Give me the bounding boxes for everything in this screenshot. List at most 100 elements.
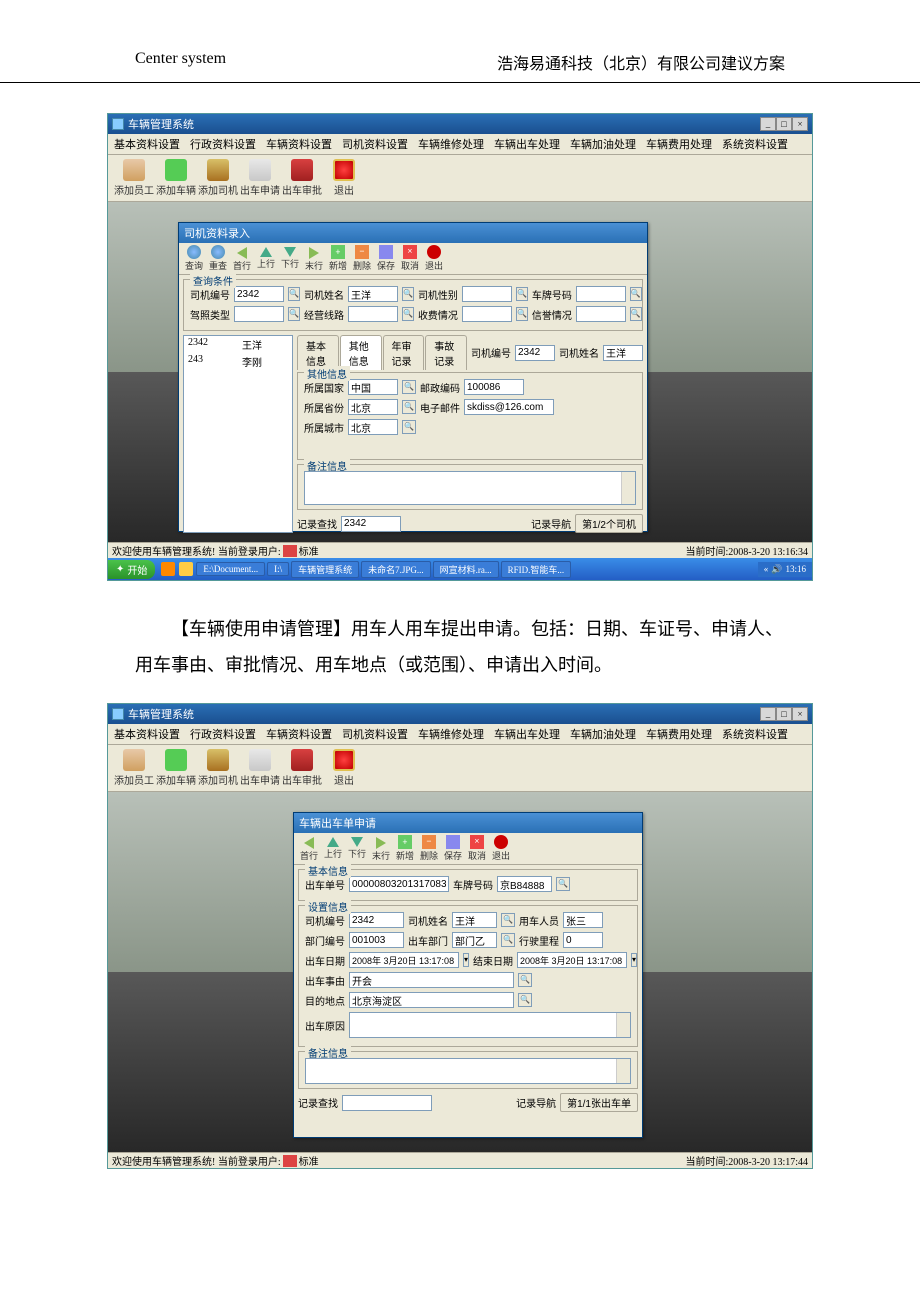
lookup-icon[interactable]: 🔍 xyxy=(501,933,515,947)
dispatch-audit-button[interactable]: 出车审批 xyxy=(282,159,322,197)
menu-item[interactable]: 车辆费用处理 xyxy=(646,136,712,152)
last-button[interactable]: 末行 xyxy=(370,835,392,862)
remark-textarea[interactable] xyxy=(305,1058,631,1084)
record-nav-button[interactable]: 第1/1张出车单 xyxy=(560,1093,638,1112)
lookup-icon[interactable]: 🔍 xyxy=(630,307,642,321)
lookup-icon[interactable]: 🔍 xyxy=(288,307,300,321)
task-item[interactable]: I:\ xyxy=(267,562,289,576)
dispatch-apply-button[interactable]: 出车申请 xyxy=(240,749,280,787)
driver-name-input[interactable] xyxy=(452,912,497,928)
dept-id-input[interactable] xyxy=(349,932,404,948)
menu-item[interactable]: 系统资料设置 xyxy=(722,136,788,152)
lookup-icon[interactable]: 🔍 xyxy=(518,973,532,987)
record-find-input[interactable] xyxy=(341,516,401,532)
lookup-icon[interactable]: 🔍 xyxy=(402,420,416,434)
add-vehicle-button[interactable]: 添加车辆 xyxy=(156,159,196,197)
add-driver-button[interactable]: 添加司机 xyxy=(198,159,238,197)
menu-item[interactable]: 车辆加油处理 xyxy=(570,726,636,742)
plate-input[interactable] xyxy=(497,876,552,892)
ime-icon[interactable] xyxy=(283,1155,297,1167)
mileage-input[interactable] xyxy=(563,932,603,948)
quicklaunch-icon[interactable] xyxy=(179,562,193,576)
user-input[interactable] xyxy=(563,912,603,928)
hdr-name[interactable] xyxy=(603,345,643,361)
menu-item[interactable]: 司机资料设置 xyxy=(342,726,408,742)
maximize-button[interactable]: □ xyxy=(776,707,792,721)
last-button[interactable]: 末行 xyxy=(303,245,325,272)
end-date-input[interactable] xyxy=(517,952,627,968)
menu-item[interactable]: 行政资料设置 xyxy=(190,726,256,742)
save-button[interactable]: 保存 xyxy=(442,835,464,862)
driver-id-input[interactable] xyxy=(234,286,284,302)
dept-input[interactable] xyxy=(452,932,497,948)
prev-button[interactable]: 上行 xyxy=(255,245,277,272)
maximize-button[interactable]: □ xyxy=(776,117,792,131)
task-item[interactable]: 车辆管理系统 xyxy=(291,561,359,578)
menu-item[interactable]: 车辆出车处理 xyxy=(494,726,560,742)
tab-inspection[interactable]: 年审记录 xyxy=(383,335,425,370)
menu-item[interactable]: 车辆出车处理 xyxy=(494,136,560,152)
lookup-icon[interactable]: 🔍 xyxy=(516,307,528,321)
first-button[interactable]: 首行 xyxy=(298,835,320,862)
lookup-icon[interactable]: 🔍 xyxy=(518,993,532,1007)
prev-button[interactable]: 上行 xyxy=(322,835,344,862)
license-type-input[interactable] xyxy=(234,306,284,322)
minimize-button[interactable]: _ xyxy=(760,117,776,131)
route-input[interactable] xyxy=(348,306,398,322)
cancel-button[interactable]: ×取消 xyxy=(399,245,421,272)
next-button[interactable]: 下行 xyxy=(279,245,301,272)
dispatch-audit-button[interactable]: 出车审批 xyxy=(282,749,322,787)
reason-input[interactable] xyxy=(349,972,514,988)
email-input[interactable] xyxy=(464,399,554,415)
task-item[interactable]: 未命名7.JPG... xyxy=(361,561,431,578)
menu-item[interactable]: 行政资料设置 xyxy=(190,136,256,152)
query-button[interactable]: 查询 xyxy=(183,245,205,272)
cancel-button[interactable]: ×取消 xyxy=(466,835,488,862)
lookup-icon[interactable]: 🔍 xyxy=(402,380,416,394)
ime-icon[interactable] xyxy=(283,545,297,557)
exit-inner-button[interactable]: 退出 xyxy=(423,245,445,272)
exit-button[interactable]: 退出 xyxy=(324,159,364,197)
record-nav-button[interactable]: 第1/2个司机 xyxy=(575,514,643,533)
tab-basic[interactable]: 基本信息 xyxy=(297,335,339,370)
add-button[interactable]: +新增 xyxy=(327,245,349,272)
menu-item[interactable]: 车辆费用处理 xyxy=(646,726,712,742)
tab-accident[interactable]: 事故记录 xyxy=(425,335,467,370)
menu-item[interactable]: 车辆维修处理 xyxy=(418,136,484,152)
dropdown-icon[interactable]: ▾ xyxy=(631,953,637,967)
start-button[interactable]: ✦开始 xyxy=(108,560,155,579)
add-vehicle-button[interactable]: 添加车辆 xyxy=(156,749,196,787)
start-date-input[interactable] xyxy=(349,952,459,968)
system-tray[interactable]: «🔊13:16 xyxy=(758,562,812,577)
dropdown-icon[interactable]: ▾ xyxy=(463,953,469,967)
lookup-icon[interactable]: 🔍 xyxy=(402,400,416,414)
lookup-icon[interactable]: 🔍 xyxy=(402,307,414,321)
delete-button[interactable]: −删除 xyxy=(418,835,440,862)
menu-item[interactable]: 系统资料设置 xyxy=(722,726,788,742)
fee-input[interactable] xyxy=(462,306,512,322)
add-employee-button[interactable]: 添加员工 xyxy=(114,159,154,197)
lookup-icon[interactable]: 🔍 xyxy=(556,877,570,891)
menu-item[interactable]: 车辆维修处理 xyxy=(418,726,484,742)
next-button[interactable]: 下行 xyxy=(346,835,368,862)
menu-item[interactable]: 基本资料设置 xyxy=(114,726,180,742)
plate-input[interactable] xyxy=(576,286,626,302)
driver-list[interactable]: 2342王洋 243李刚 xyxy=(183,335,293,533)
requery-button[interactable]: 重查 xyxy=(207,245,229,272)
driver-gender-input[interactable] xyxy=(462,286,512,302)
minimize-button[interactable]: _ xyxy=(760,707,776,721)
exit-inner-button[interactable]: 退出 xyxy=(490,835,512,862)
exit-button[interactable]: 退出 xyxy=(324,749,364,787)
record-find-input[interactable] xyxy=(342,1095,432,1111)
dispatch-apply-button[interactable]: 出车申请 xyxy=(240,159,280,197)
close-button[interactable]: × xyxy=(792,117,808,131)
province-input[interactable] xyxy=(348,399,398,415)
add-button[interactable]: +新增 xyxy=(394,835,416,862)
driver-id-input[interactable] xyxy=(349,912,404,928)
add-driver-button[interactable]: 添加司机 xyxy=(198,749,238,787)
menu-item[interactable]: 车辆资料设置 xyxy=(266,726,332,742)
cause-textarea[interactable] xyxy=(349,1012,631,1038)
task-item[interactable]: 网宣材料.ra... xyxy=(433,561,499,578)
quicklaunch-icon[interactable] xyxy=(161,562,175,576)
task-item[interactable]: RFID.智能车... xyxy=(501,561,572,578)
